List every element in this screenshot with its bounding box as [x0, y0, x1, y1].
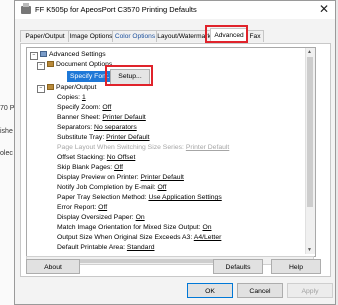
tree-document-options[interactable]: − Document Options	[37, 60, 112, 70]
setting-label: Notify Job Completion by E-mail:	[57, 184, 156, 191]
tab-paper-output[interactable]: Paper/Output	[20, 30, 70, 42]
close-icon[interactable]: ✕	[319, 3, 329, 15]
tab-layout-watermark[interactable]: Layout/Watermark	[156, 30, 212, 42]
setting-row[interactable]: Specify Zoom: Off	[57, 103, 111, 113]
setting-label: Display Oversized Paper:	[57, 214, 134, 221]
setting-value[interactable]: Standard	[127, 244, 155, 251]
vertical-scrollbar[interactable]: ▲ ▼	[305, 48, 315, 254]
advanced-tab-highlight	[205, 25, 248, 43]
setting-label: Banner Sheet:	[57, 114, 101, 121]
setting-value[interactable]: Off	[102, 104, 111, 111]
setting-row[interactable]: Error Report: Off	[57, 203, 107, 213]
setting-value[interactable]: On	[202, 224, 211, 231]
setting-value: Printer Default	[185, 144, 230, 151]
setting-label: Separators:	[57, 124, 93, 131]
setting-value[interactable]: Printer Default	[140, 174, 183, 181]
background-fragment: olec	[0, 150, 13, 157]
setting-row[interactable]: Match Image Orientation for Mixed Size O…	[57, 223, 212, 233]
setting-value[interactable]: Printer Default	[106, 134, 149, 141]
printing-defaults-dialog: FF K505p for ApeosPort C3570 Printing De…	[14, 0, 336, 305]
tree-root[interactable]: − Advanced Settings	[30, 50, 106, 60]
tab-color-options[interactable]: Color Options	[112, 30, 158, 42]
setting-row-disabled: Page Layout When Switching Size Series: …	[57, 143, 229, 153]
scroll-down-icon[interactable]: ▼	[307, 247, 312, 253]
help-button[interactable]: Help	[271, 259, 321, 274]
setting-row[interactable]: Output Size When Original Size Exceeds A…	[57, 233, 221, 243]
setting-label: Default Printable Area:	[57, 244, 126, 251]
defaults-button[interactable]: Defaults	[213, 259, 263, 274]
cancel-button[interactable]: Cancel	[237, 283, 283, 298]
scroll-thumb[interactable]	[307, 57, 313, 207]
title-bar: FF K505p for ApeosPort C3570 Printing De…	[15, 1, 335, 19]
background-fragment: ishe	[0, 128, 13, 135]
setup-highlight	[105, 65, 153, 86]
setting-row[interactable]: Copies: 1	[57, 93, 86, 103]
setting-value[interactable]: No Offset	[107, 154, 136, 161]
paper-output-label: Paper/Output	[56, 84, 97, 91]
tree-root-label: Advanced Settings	[49, 51, 106, 58]
setting-row[interactable]: Paper Tray Selection Method: Use Applica…	[57, 193, 222, 203]
background-fragment: 70 P	[0, 105, 15, 112]
setting-label: Display Preview on Printer:	[57, 174, 139, 181]
settings-icon	[40, 51, 47, 57]
setting-label: Skip Blank Pages:	[57, 164, 113, 171]
setting-label: Substitute Tray:	[57, 134, 105, 141]
setting-row[interactable]: Display Preview on Printer: Printer Defa…	[57, 173, 184, 183]
settings-tree[interactable]: − Advanced Settings − Document Options Spe…	[26, 47, 316, 257]
collapse-icon[interactable]: −	[37, 62, 45, 70]
setting-value[interactable]: A4/Letter	[194, 234, 222, 241]
scroll-up-icon[interactable]: ▲	[307, 49, 312, 55]
window-title: FF K505p for ApeosPort C3570 Printing De…	[35, 5, 197, 14]
setting-row[interactable]: Separators: No separators	[57, 123, 137, 133]
setting-row[interactable]: Notify Job Completion by E-mail: Off	[57, 183, 166, 193]
document-options-label: Document Options	[56, 61, 113, 68]
apply-button[interactable]: Apply	[287, 283, 333, 298]
tab-image-options[interactable]: Image Options	[68, 30, 114, 42]
folder-icon	[47, 61, 54, 67]
tree-paper-output[interactable]: − Paper/Output	[37, 83, 96, 93]
setting-label: Copies:	[57, 94, 81, 101]
setting-row[interactable]: Default Printable Area: Standard	[57, 243, 155, 253]
setting-value[interactable]: Off	[98, 204, 107, 211]
setting-row[interactable]: Banner Sheet: Printer Default	[57, 113, 146, 123]
setting-value[interactable]: On	[136, 214, 145, 221]
setting-label: Paper Tray Selection Method:	[57, 194, 147, 201]
setting-value[interactable]: Printer Default	[102, 114, 145, 121]
setting-label: Output Size When Original Size Exceeds A…	[57, 234, 193, 241]
setting-label: Page Layout When Switching Size Series:	[57, 144, 184, 151]
setting-row[interactable]: Offset Stacking: No Offset	[57, 153, 135, 163]
setting-row[interactable]: Substitute Tray: Printer Default	[57, 133, 150, 143]
setting-label: Offset Stacking:	[57, 154, 105, 161]
folder-icon	[47, 84, 54, 90]
collapse-icon[interactable]: −	[37, 85, 45, 93]
setting-value[interactable]: Off	[114, 164, 123, 171]
setting-label: Specify Zoom:	[57, 104, 101, 111]
setting-value[interactable]: No separators	[94, 124, 137, 131]
setting-label: Match Image Orientation for Mixed Size O…	[57, 224, 201, 231]
collapse-icon[interactable]: −	[30, 52, 38, 60]
about-button[interactable]: About	[26, 259, 80, 274]
setting-label: Error Report:	[57, 204, 97, 211]
setting-value[interactable]: 1	[82, 94, 86, 101]
setting-value[interactable]: Off	[157, 184, 166, 191]
setting-row[interactable]: Skip Blank Pages: Off	[57, 163, 123, 173]
setting-value[interactable]: Use Application Settings	[148, 194, 221, 201]
setting-row[interactable]: Display Oversized Paper: On	[57, 213, 145, 223]
printer-icon	[21, 3, 31, 14]
advanced-panel: − Advanced Settings − Document Options Spe…	[20, 43, 331, 277]
tab-fax[interactable]: Fax	[246, 30, 264, 42]
ok-button[interactable]: OK	[187, 283, 233, 298]
